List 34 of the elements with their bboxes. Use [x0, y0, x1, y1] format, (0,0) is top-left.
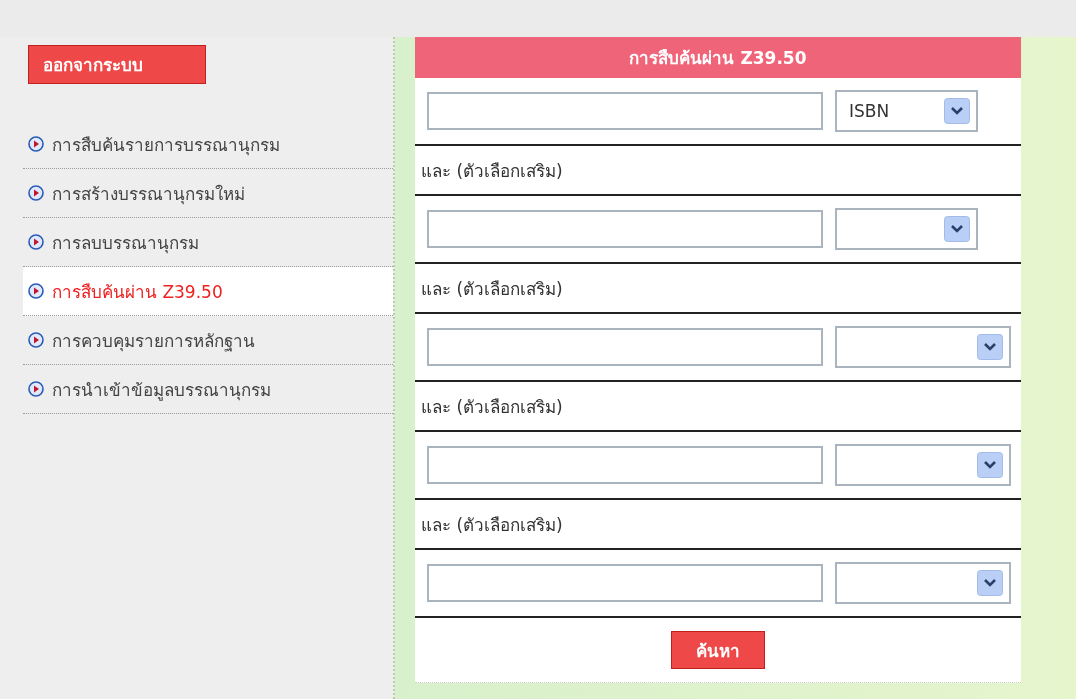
field-select[interactable]: ISBN	[835, 90, 978, 132]
field-select[interactable]	[835, 326, 1011, 368]
menu-item-label: การสืบค้นผ่าน Z39.50	[52, 280, 223, 304]
menu-item[interactable]: การสืบค้นรายการบรรณานุกรม	[23, 120, 393, 169]
menu-item-label: การนำเข้าข้อมูลบรรณานุกรม	[52, 378, 271, 403]
play-bullet-icon	[28, 185, 44, 201]
search-button[interactable]: ค้นหา	[671, 631, 765, 669]
search-input-field[interactable]	[427, 92, 823, 130]
optional-criterion-label: และ (ตัวเลือกเสริม)	[421, 277, 563, 301]
menu-item-label: การลบบรรณานุกรม	[52, 231, 199, 256]
optional-criterion-label: และ (ตัวเลือกเสริม)	[421, 159, 563, 183]
logout-button[interactable]: ออกจากระบบ	[28, 45, 206, 84]
search-input-field[interactable]	[427, 564, 823, 602]
menu-item[interactable]: การนำเข้าข้อมูลบรรณานุกรม	[23, 365, 393, 414]
field-select[interactable]	[835, 444, 1011, 486]
optional-criterion-label: และ (ตัวเลือกเสริม)	[421, 395, 563, 419]
play-bullet-icon	[28, 381, 44, 397]
field-select[interactable]	[835, 208, 978, 250]
menu-item-label: การควบคุมรายการหลักฐาน	[52, 329, 255, 354]
menu-item[interactable]: การสืบค้นผ่าน Z39.50	[23, 267, 393, 316]
play-bullet-icon	[28, 136, 44, 152]
field-select[interactable]	[835, 562, 1011, 604]
search-input-field[interactable]	[427, 446, 823, 484]
menu-item[interactable]: การสร้างบรรณานุกรมใหม่	[23, 169, 393, 218]
menu-item-label: การสืบค้นรายการบรรณานุกรม	[52, 133, 280, 158]
menu-item[interactable]: การควบคุมรายการหลักฐาน	[23, 316, 393, 365]
play-bullet-icon	[28, 332, 44, 348]
panel-title: การสืบค้นผ่าน Z39.50	[415, 37, 1021, 78]
optional-criterion-label: และ (ตัวเลือกเสริม)	[421, 513, 563, 537]
menu-item-label: การสร้างบรรณานุกรมใหม่	[52, 182, 245, 207]
search-input-field[interactable]	[427, 210, 823, 248]
search-input-field[interactable]	[427, 328, 823, 366]
play-bullet-icon	[28, 283, 44, 299]
play-bullet-icon	[28, 234, 44, 250]
